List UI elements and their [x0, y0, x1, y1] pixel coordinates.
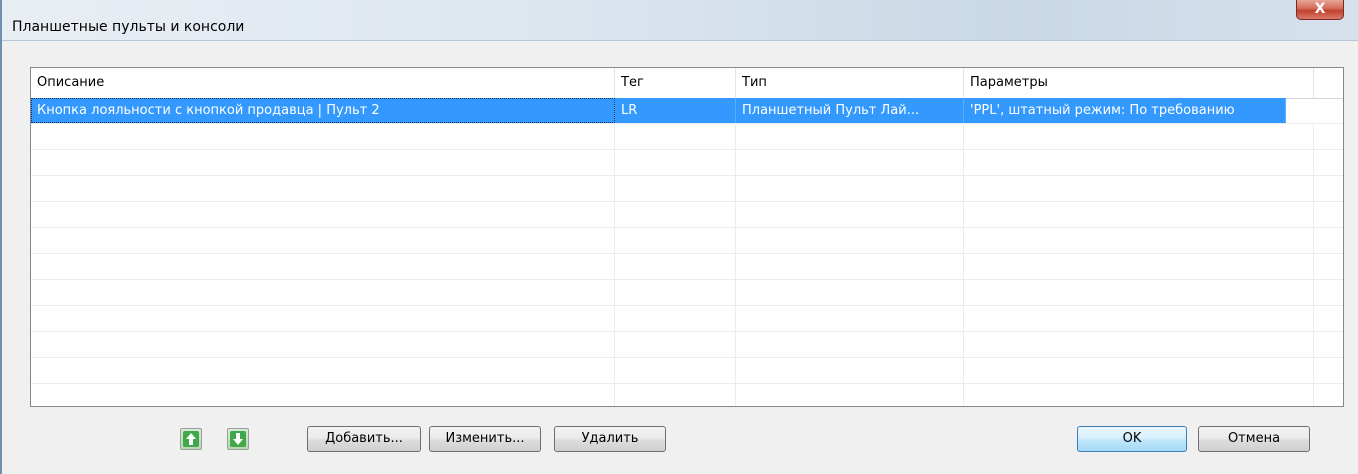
empty-row [31, 202, 1343, 228]
empty-row [31, 358, 1343, 384]
close-button[interactable]: X [1296, 0, 1344, 20]
cell-tag: LR [615, 98, 736, 123]
title-bar[interactable]: Планшетные пульты и консоли X [2, 0, 1358, 41]
window-title: Планшетные пульты и консоли [12, 19, 245, 35]
empty-row [31, 150, 1343, 176]
column-header-description[interactable]: Описание [31, 68, 615, 98]
edit-button[interactable]: Изменить... [429, 426, 541, 452]
empty-row [31, 280, 1343, 306]
arrow-up-icon [183, 431, 199, 447]
column-header-type[interactable]: Тип [736, 68, 964, 98]
empty-row [31, 306, 1343, 332]
dialog-window: Планшетные пульты и консоли X Описание Т… [0, 0, 1358, 474]
empty-row [31, 228, 1343, 254]
list-header: Описание Тег Тип Параметры [31, 68, 1343, 99]
empty-row [31, 384, 1343, 406]
add-button[interactable]: Добавить... [307, 426, 421, 452]
cell-description: Кнопка лояльности с кнопкой продавца | П… [31, 98, 615, 123]
column-header-tag[interactable]: Тег [615, 68, 736, 98]
consoles-list[interactable]: Описание Тег Тип Параметры Кнопка лояльн… [30, 67, 1344, 407]
move-up-button[interactable] [180, 428, 202, 450]
cell-params: 'PPL', штатный режим: По требованию [964, 98, 1286, 123]
ok-button[interactable]: OK [1077, 426, 1187, 452]
move-down-button[interactable] [227, 428, 249, 450]
column-header-params[interactable]: Параметры [964, 68, 1314, 98]
cancel-button[interactable]: Отмена [1198, 426, 1310, 452]
empty-row [31, 254, 1343, 280]
table-row[interactable]: Кнопка лояльности с кнопкой продавца | П… [31, 98, 1343, 124]
arrow-down-icon [230, 431, 246, 447]
empty-row [31, 124, 1343, 150]
empty-row [31, 176, 1343, 202]
cell-type: Планшетный Пульт Лай... [736, 98, 964, 123]
empty-row [31, 332, 1343, 358]
delete-button[interactable]: Удалить [554, 426, 666, 452]
dialog-content: Описание Тег Тип Параметры Кнопка лояльн… [2, 41, 1358, 474]
